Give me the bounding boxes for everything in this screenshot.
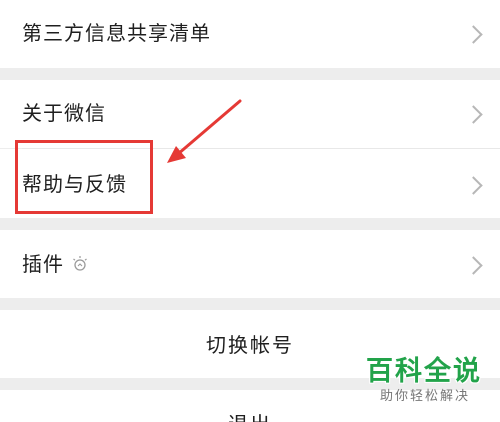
- switch-account-label: 切换帐号: [206, 333, 294, 357]
- logout-label: 退出: [0, 412, 500, 422]
- chevron-right-icon: [464, 256, 483, 275]
- chevron-right-icon: [464, 105, 483, 124]
- menu-item-label: 插件: [22, 252, 64, 276]
- menu-item-third-party-sharing[interactable]: 第三方信息共享清单: [0, 0, 500, 68]
- lightbulb-icon: [73, 256, 87, 271]
- watermark-subtitle: 助你轻松解决: [380, 389, 471, 404]
- menu-item-label: 关于微信: [22, 101, 106, 125]
- chevron-right-icon: [464, 176, 483, 195]
- watermark-logo: 百科全说 助你轻松解决: [366, 356, 496, 406]
- wechat-settings-page: 第三方信息共享清单 关于微信 帮助与反馈 插件 切换帐号 退出 百科全: [0, 0, 500, 422]
- menu-item-label: 第三方信息共享清单: [22, 21, 211, 45]
- watermark-title: 百科全说: [366, 356, 482, 387]
- menu-item-about-wechat[interactable]: 关于微信: [0, 80, 500, 148]
- chevron-right-icon: [464, 25, 483, 44]
- highlight-box: [15, 140, 153, 214]
